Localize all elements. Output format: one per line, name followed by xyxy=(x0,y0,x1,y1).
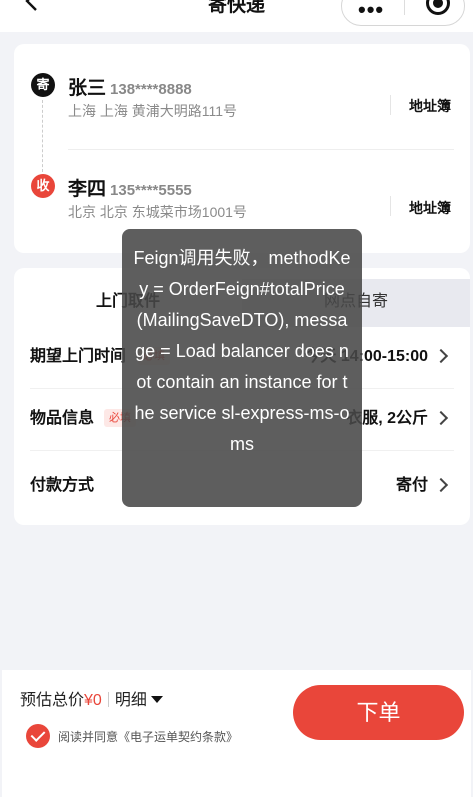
sender-badge: 寄 xyxy=(31,73,55,97)
chevron-right-icon xyxy=(433,477,449,493)
payment-method-value: 寄付 xyxy=(395,477,428,494)
receiver-address-book-button[interactable]: 地址簿 xyxy=(409,198,451,218)
sender-name: 张三 xyxy=(68,78,107,99)
pickup-time-label: 期望上门时间 xyxy=(30,348,127,365)
sender-info[interactable]: 张三 138****8888 xyxy=(68,73,192,100)
item-info-label: 物品信息 xyxy=(30,410,95,427)
sender-book-divider xyxy=(390,95,391,115)
price-summary: 预估总价¥0 明细 xyxy=(20,686,163,710)
price-detail-toggle[interactable]: 明细 xyxy=(115,692,163,709)
sender-address-book-button[interactable]: 地址簿 xyxy=(409,96,451,116)
receiver-name: 李四 xyxy=(68,179,107,200)
sender-address[interactable]: 上海 上海 黄浦大明路111号 xyxy=(68,101,237,121)
receiver-badge: 收 xyxy=(31,174,55,198)
agreement-text[interactable]: 阅读并同意《电子运单契约条款》 xyxy=(58,728,238,745)
address-connector-line xyxy=(42,100,43,172)
sender-phone: 138****8888 xyxy=(110,81,192,98)
close-target-icon[interactable] xyxy=(426,0,450,15)
nav-bar: 寄快递 ••• xyxy=(0,0,473,32)
price-label: 预估总价 xyxy=(20,692,85,709)
agree-checkbox-icon[interactable] xyxy=(26,724,50,748)
receiver-phone: 135****5555 xyxy=(110,182,192,199)
caret-down-icon xyxy=(150,696,163,703)
more-dots-icon[interactable]: ••• xyxy=(358,0,384,23)
receiver-address[interactable]: 北京 北京 东城菜市场1001号 xyxy=(68,202,247,222)
receiver-info[interactable]: 李四 135****5555 xyxy=(68,174,192,201)
address-card: 寄 张三 138****8888 上海 上海 黄浦大明路111号 地址簿 收 李四… xyxy=(14,44,470,253)
price-value: ¥0 xyxy=(84,692,102,709)
submit-order-button[interactable]: 下单 xyxy=(293,685,464,740)
capsule-divider xyxy=(404,0,405,15)
detail-label: 明细 xyxy=(114,692,147,709)
error-toast: Feign调用失败，methodKey = OrderFeign#totalPr… xyxy=(122,229,362,507)
price-divider xyxy=(107,692,109,707)
payment-method-label: 付款方式 xyxy=(30,477,95,494)
chevron-right-icon xyxy=(433,410,449,426)
mini-program-capsule: ••• xyxy=(341,0,465,26)
bottom-action-bar: 预估总价¥0 明细 下单 阅读并同意《电子运单契约条款》 xyxy=(2,670,471,797)
address-divider xyxy=(68,149,454,150)
receiver-book-divider xyxy=(390,196,391,216)
chevron-right-icon xyxy=(433,348,449,364)
